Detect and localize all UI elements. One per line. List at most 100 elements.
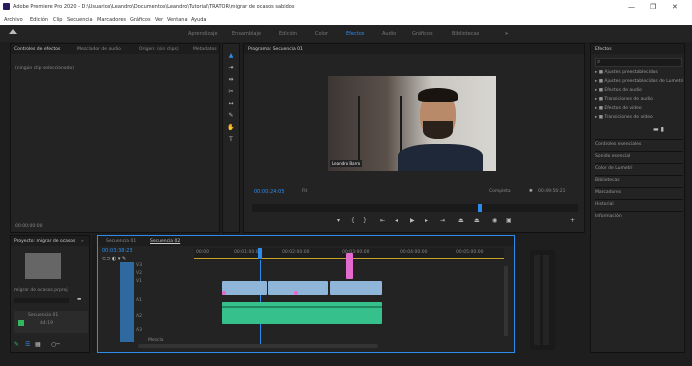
- selection-tool-icon[interactable]: ▲: [227, 52, 235, 59]
- step-back-icon[interactable]: ◂: [395, 217, 398, 224]
- fit-dropdown[interactable]: Fit: [302, 189, 307, 194]
- workspace-graficos[interactable]: Gráficos: [412, 31, 433, 37]
- home-icon[interactable]: [9, 29, 17, 34]
- program-playhead[interactable]: [478, 204, 482, 212]
- fx-folder-ajustes[interactable]: ▸ ■ Ajustes preestablecidos: [595, 70, 658, 75]
- track-v2-header[interactable]: V2: [136, 271, 142, 276]
- project-bin-icon[interactable]: ▬: [77, 297, 81, 302]
- track-a3-header[interactable]: A3: [136, 328, 142, 333]
- fx-folder-transiciones-video[interactable]: ▸ ■ Transiciones de vídeo: [595, 115, 653, 120]
- video-clip-2[interactable]: [268, 281, 328, 295]
- new-bin-icon[interactable]: ▬ ▮: [653, 126, 664, 133]
- go-to-out-icon[interactable]: ⇥: [440, 217, 445, 224]
- menu-ayuda[interactable]: Ayuda: [191, 17, 206, 23]
- zoom-slider-icon[interactable]: ○─: [51, 341, 60, 348]
- export-frame-icon[interactable]: ◉: [492, 217, 497, 224]
- tab-efectos[interactable]: Efectos: [595, 47, 612, 52]
- ripple-edit-tool-icon[interactable]: ⇹: [227, 76, 235, 83]
- icon-view-icon[interactable]: ▦: [35, 341, 41, 348]
- menu-marcadores[interactable]: Marcadores: [97, 17, 126, 23]
- tab-mezclador-audio[interactable]: Mezclador de audio: [77, 47, 121, 52]
- settings-wrench-icon[interactable]: ✱: [529, 189, 533, 194]
- track-v1-header[interactable]: V1: [136, 279, 142, 284]
- menu-edicion[interactable]: Edición: [30, 17, 48, 23]
- add-button-icon[interactable]: +: [570, 217, 575, 224]
- tab-programa[interactable]: Programa: Secuencia 01: [248, 47, 303, 52]
- minimize-button[interactable]: —: [628, 3, 635, 11]
- track-a2-header[interactable]: A2: [136, 314, 142, 319]
- tab-proyecto[interactable]: Proyecto: migrar de ocasos: [14, 239, 75, 244]
- section-marcadores[interactable]: Marcadores: [595, 187, 683, 195]
- track-select-tool-icon[interactable]: ⇥: [227, 64, 235, 71]
- menu-ventana[interactable]: Ventana: [167, 17, 188, 23]
- section-controles-esenciales[interactable]: Controles esenciales: [595, 139, 683, 147]
- program-current-timecode[interactable]: 00:00:24:05: [254, 189, 285, 195]
- program-scrub-bar[interactable]: [252, 204, 578, 212]
- workspace-edicion[interactable]: Edición: [279, 31, 297, 37]
- fx-folder-transiciones-audio[interactable]: ▸ ■ Transiciones de audio: [595, 97, 653, 102]
- tab-secuencia-02[interactable]: Secuencia 02: [150, 239, 180, 244]
- timeline-timecode[interactable]: 00:03:38:23: [102, 248, 133, 254]
- menu-archivo[interactable]: Archivo: [4, 17, 23, 23]
- workspace-efectos[interactable]: Efectos: [346, 31, 364, 37]
- lift-icon[interactable]: ⏏: [458, 217, 464, 224]
- fx-folder-efectos-video-label: Efectos de vídeo: [604, 106, 642, 111]
- workspace-audio[interactable]: Audio: [382, 31, 396, 37]
- tab-metadatos[interactable]: Metadatos: [193, 47, 217, 52]
- ruler-label-4: 00:04:00:00: [400, 250, 428, 255]
- menu-secuencia[interactable]: Secuencia: [67, 17, 93, 23]
- fx-folder-lumetri[interactable]: ▸ ■ Ajustes preestablecidos de Lumetri: [595, 79, 684, 84]
- lower-third-label: Leandro Barro: [330, 160, 363, 167]
- tab-controles-efectos[interactable]: Controles de efectos: [14, 47, 60, 52]
- extract-icon[interactable]: ⏏: [474, 217, 480, 224]
- tab-secuencia-01[interactable]: Secuencia 01: [106, 239, 136, 244]
- type-tool-icon[interactable]: T: [227, 136, 235, 143]
- workspace-color[interactable]: Color: [315, 31, 328, 37]
- workspace-aprendizaje[interactable]: Aprendizaje: [188, 31, 218, 37]
- effects-search-input[interactable]: ⌕: [595, 58, 682, 67]
- video-clip-1[interactable]: [222, 281, 267, 295]
- project-tab-more-icon[interactable]: »: [81, 239, 84, 244]
- pen-tool-icon[interactable]: ✎: [227, 112, 235, 119]
- quality-dropdown[interactable]: Completa: [489, 189, 511, 194]
- fx-folder-efectos-audio[interactable]: ▸ ■ Efectos de audio: [595, 88, 642, 93]
- go-to-in-icon[interactable]: ⇤: [380, 217, 385, 224]
- section-sonido-esencial[interactable]: Sonido esencial: [595, 151, 683, 159]
- track-a1-header[interactable]: A1: [136, 298, 142, 303]
- tab-origen[interactable]: Origen: (sin clips): [139, 47, 179, 52]
- pencil-icon[interactable]: ✎: [14, 341, 19, 348]
- source-patch-column[interactable]: [120, 262, 134, 342]
- timeline-vertical-scrollbar[interactable]: [504, 266, 508, 336]
- list-view-icon[interactable]: ☰: [25, 341, 30, 348]
- comparison-view-icon[interactable]: ▣: [506, 217, 512, 224]
- project-item[interactable]: Secuencia 01 44:19: [14, 311, 88, 333]
- section-bibliotecas[interactable]: Bibliotecas: [595, 175, 683, 183]
- timeline-zoom-scrollbar[interactable]: [138, 344, 378, 348]
- razor-tool-icon[interactable]: ✂: [227, 88, 235, 95]
- section-color-lumetri[interactable]: Color de Lumetri: [595, 163, 683, 171]
- mark-in-icon[interactable]: {: [351, 217, 355, 224]
- track-v3-header[interactable]: V3: [136, 263, 142, 268]
- project-search-input[interactable]: [14, 298, 69, 303]
- workspace-bibliotecas[interactable]: Bibliotecas: [452, 31, 479, 37]
- hand-tool-icon[interactable]: ✋: [227, 124, 235, 131]
- close-window-button[interactable]: ✕: [672, 3, 678, 11]
- workspace-more-icon[interactable]: »: [505, 31, 508, 37]
- menu-ver[interactable]: Ver: [155, 17, 163, 23]
- video-clip-3[interactable]: [330, 281, 382, 295]
- timeline-playhead-handle[interactable]: [258, 248, 262, 259]
- fx-folder-efectos-video[interactable]: ▸ ■ Efectos de vídeo: [595, 106, 642, 111]
- section-informacion[interactable]: Información: [595, 211, 683, 219]
- workspace-ensamblaje[interactable]: Ensamblaje: [232, 31, 261, 37]
- maximize-button[interactable]: ❐: [650, 3, 656, 11]
- graphic-clip[interactable]: [346, 253, 353, 279]
- section-historial[interactable]: Historial: [595, 199, 683, 207]
- menu-graficos[interactable]: Gráficos: [130, 17, 151, 23]
- project-thumbnail[interactable]: [25, 253, 61, 279]
- play-icon[interactable]: ▶: [410, 217, 415, 224]
- menu-clip[interactable]: Clip: [53, 17, 62, 23]
- step-forward-icon[interactable]: ▸: [425, 217, 428, 224]
- slip-tool-icon[interactable]: ↔: [227, 100, 235, 107]
- mark-out-icon[interactable]: }: [363, 217, 367, 224]
- add-marker-icon[interactable]: ▾: [337, 217, 340, 224]
